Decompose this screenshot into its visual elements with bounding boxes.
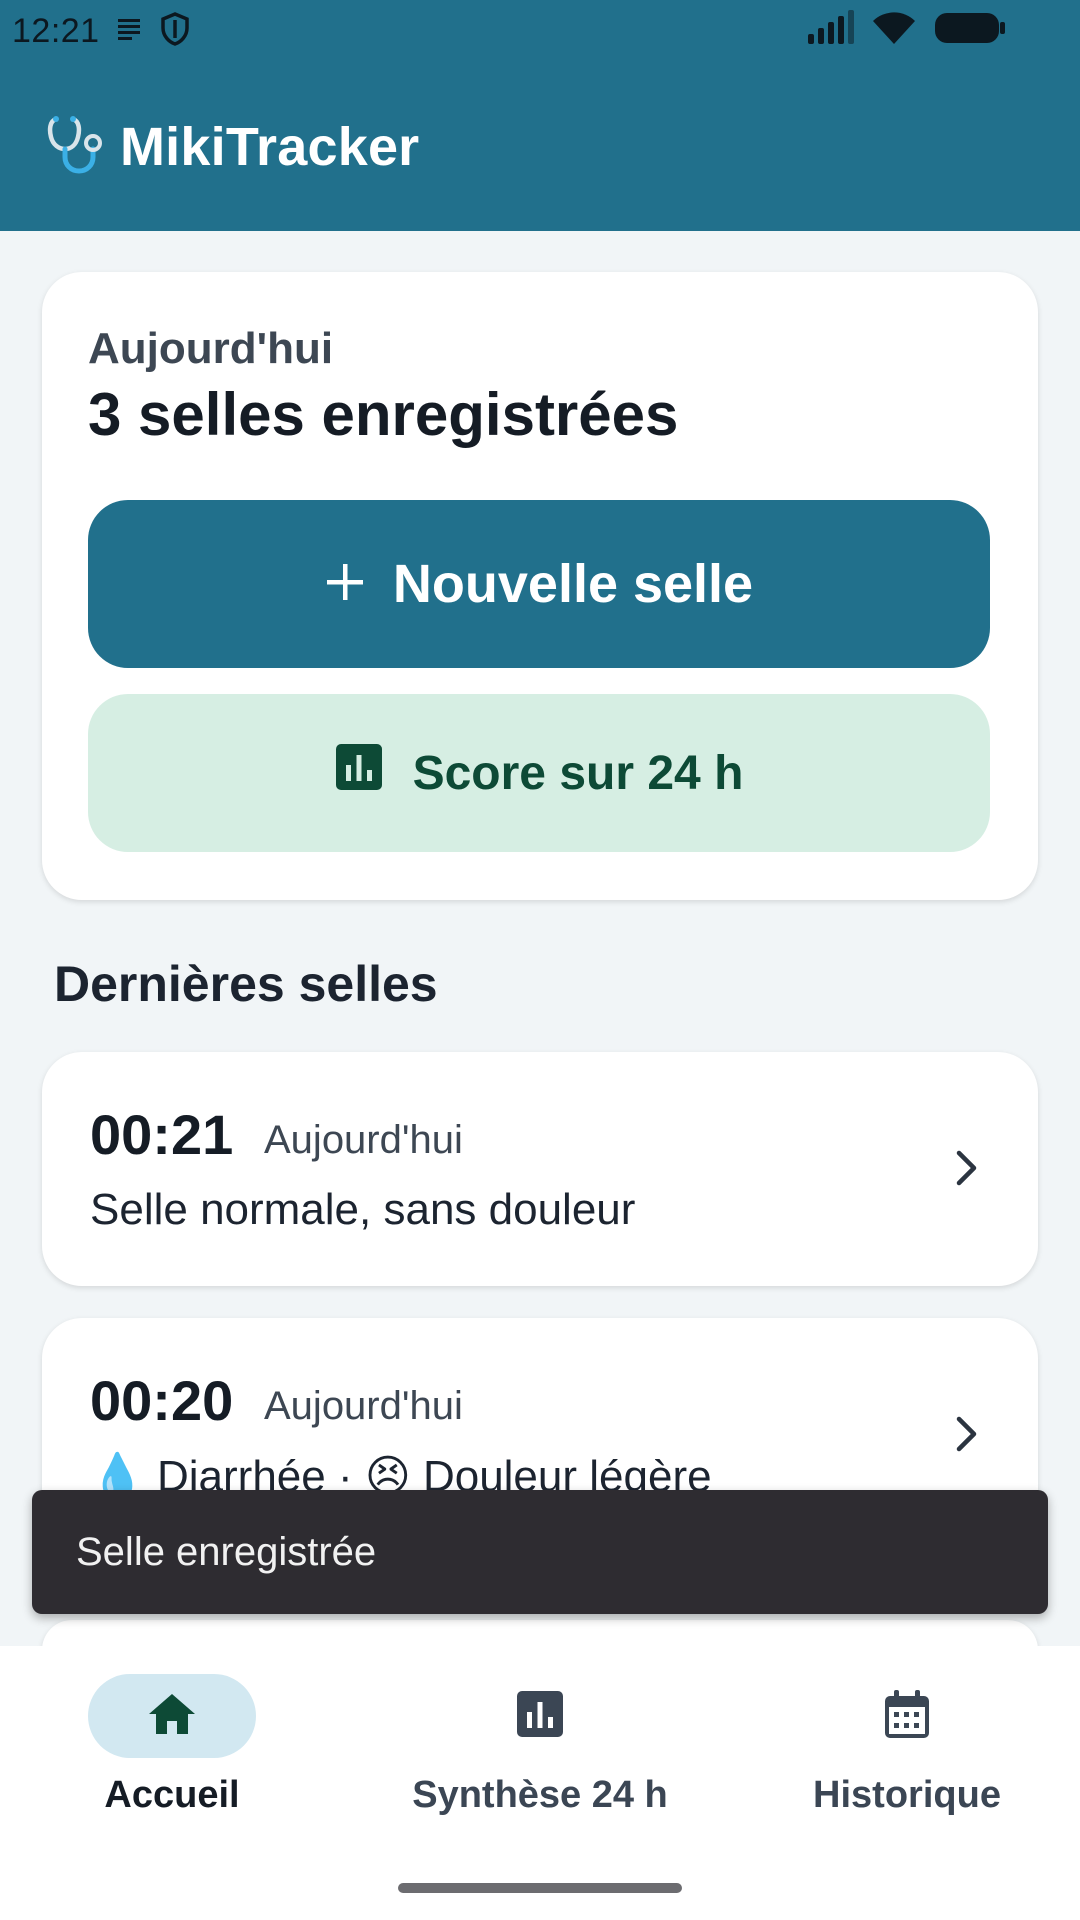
notification-lines-icon	[116, 16, 144, 47]
status-time: 12:21	[12, 11, 100, 50]
new-entry-button[interactable]: Nouvelle selle	[88, 500, 990, 668]
nav-item-summary-24h[interactable]: Synthèse 24 h	[360, 1674, 720, 1817]
new-entry-label: Nouvelle selle	[392, 554, 754, 614]
today-summary-card: Aujourd'hui 3 selles enregistrées Nouvel…	[42, 272, 1038, 900]
nav-icon-container	[456, 1674, 624, 1758]
stethoscope-icon	[44, 113, 106, 180]
chevron-right-icon	[954, 1414, 980, 1459]
battery-icon	[934, 11, 1006, 50]
calendar-icon	[883, 1688, 931, 1745]
nav-label-history: Historique	[813, 1774, 1001, 1816]
entry-time: 00:21	[90, 1103, 234, 1166]
nav-label-summary-24h: Synthèse 24 h	[412, 1774, 668, 1816]
nav-item-history[interactable]: Historique	[727, 1674, 1080, 1817]
bar-chart-icon	[335, 743, 383, 803]
chevron-right-icon	[954, 1148, 980, 1193]
entry-day: Aujourd'hui	[264, 1118, 463, 1162]
status-bar: 12:21	[0, 0, 1080, 62]
entry-time: 00:20	[90, 1369, 234, 1432]
score-24h-label: Score sur 24 h	[412, 746, 744, 800]
recent-section-title: Dernières selles	[54, 956, 438, 1012]
list-item[interactable]: 00:21 Aujourd'hui Selle normale, sans do…	[42, 1052, 1038, 1286]
nav-label-home: Accueil	[104, 1774, 240, 1816]
app-bar: MikiTracker	[0, 62, 1080, 231]
nav-active-indicator	[88, 1674, 256, 1758]
summary-day-label: Aujourd'hui	[88, 324, 334, 373]
wifi-icon	[872, 10, 916, 51]
home-icon	[147, 1692, 197, 1741]
score-24h-button[interactable]: Score sur 24 h	[88, 694, 990, 852]
entry-day: Aujourd'hui	[264, 1384, 463, 1428]
entry-description: Selle normale, sans douleur	[90, 1185, 636, 1234]
shield-icon	[160, 11, 190, 51]
bottom-navigation: Accueil Synthèse 24 h Historique	[0, 1646, 1080, 1920]
cell-signal-icon	[806, 10, 854, 51]
bar-chart-icon	[516, 1690, 564, 1743]
snackbar: Selle enregistrée	[32, 1490, 1048, 1614]
summary-count: 3 selles enregistrées	[88, 381, 679, 448]
nav-item-home[interactable]: Accueil	[0, 1674, 352, 1817]
snackbar-message: Selle enregistrée	[76, 1529, 377, 1574]
app-title: MikiTracker	[120, 116, 420, 177]
nav-icon-container	[823, 1674, 991, 1758]
home-gesture-bar[interactable]	[398, 1883, 682, 1893]
plus-icon	[325, 553, 365, 615]
